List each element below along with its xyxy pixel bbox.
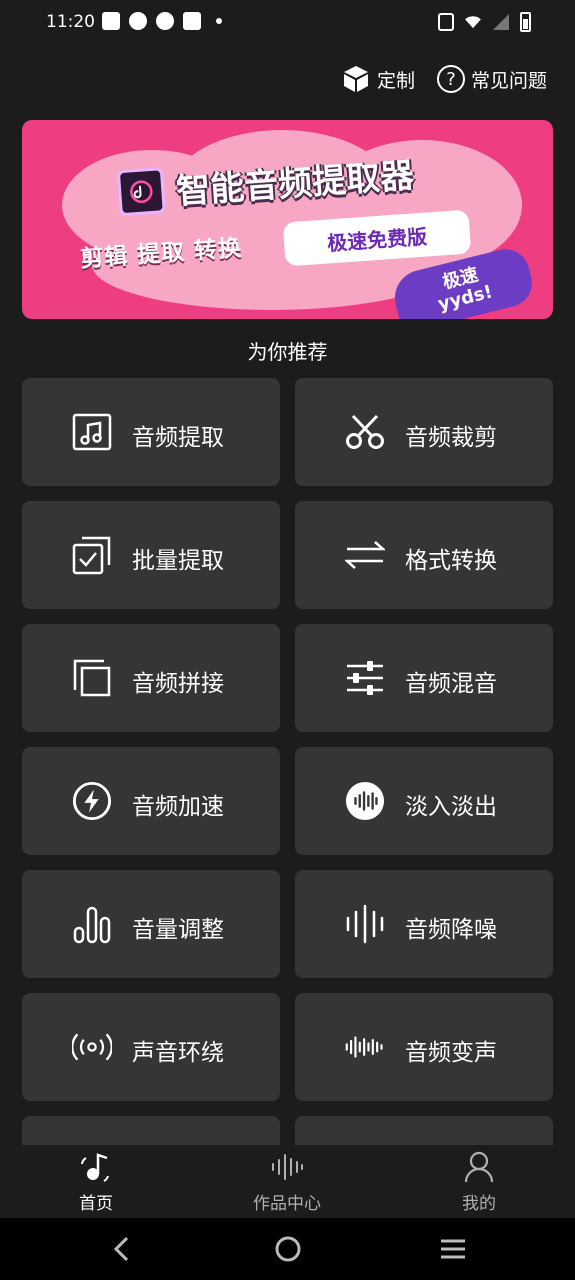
feature-label: 音频混音 [405,671,497,697]
question-icon: ? [436,65,465,93]
nav-label: 首页 [79,1194,113,1214]
status-right-icons [438,12,531,32]
nav-label: 我的 [462,1194,496,1214]
person-icon [463,1151,495,1183]
menu-icon[interactable] [438,1234,468,1264]
battery-icon [520,12,531,32]
feature-label: 格式转换 [405,548,497,574]
batch-check-icon [72,535,112,575]
feature-card-partial[interactable] [295,1116,553,1146]
feature-label: 批量提取 [132,548,224,574]
cube-icon [343,66,368,92]
system-nav [0,1218,575,1280]
feature-card-audio-trim[interactable]: 音频裁剪 [295,378,553,486]
signal-icon [493,14,509,30]
feature-card-voice-change[interactable]: 音频变声 [295,993,553,1101]
voice-wave-icon [345,1027,385,1067]
feature-card-audio-speed[interactable]: 音频加速 [22,747,280,855]
home-music-icon [80,1151,112,1183]
status-bar: 11:20 [0,0,575,48]
feature-label: 声音环绕 [132,1040,224,1066]
waveform-circle-icon [345,781,385,821]
feature-card-surround[interactable]: 声音环绕 [22,993,280,1101]
feature-card-partial[interactable] [22,1116,280,1146]
top-actions: 定制 ? 常见问题 [341,64,547,94]
feature-card-batch-extract[interactable]: 批量提取 [22,501,280,609]
feature-label: 音量调整 [132,917,224,943]
noise-lines-icon [345,904,385,944]
swap-arrows-icon [345,535,385,575]
stack-squares-icon [72,658,112,698]
feature-card-format-convert[interactable]: 格式转换 [295,501,553,609]
feature-label: 音频变声 [405,1040,497,1066]
gauge-icon [129,12,147,30]
dot-icon [216,18,222,24]
feature-label: 音频提取 [132,425,224,451]
waveform-icon [271,1151,303,1183]
lightning-icon [72,781,112,821]
feature-card-audio-concat[interactable]: 音频拼接 [22,624,280,732]
shopping-bag-icon [183,12,201,30]
faq-button[interactable]: ? 常见问题 [436,65,547,93]
feature-label: 音频降噪 [405,917,497,943]
feature-card-denoise[interactable]: 音频降噪 [295,870,553,978]
mail-icon [102,12,120,30]
nav-home[interactable]: 首页 [36,1151,156,1215]
back-icon[interactable] [106,1234,136,1264]
status-left-icons [102,12,222,30]
scissors-icon [345,412,385,452]
feature-card-volume[interactable]: 音量调整 [22,870,280,978]
feature-card-audio-mix[interactable]: 音频混音 [295,624,553,732]
custom-button[interactable]: 定制 [341,64,415,94]
volume-bars-icon [72,904,112,944]
feature-label: 淡入淡出 [405,794,497,820]
promo-banner[interactable]: 智能音频提取器 剪辑 提取 转换 极速免费版 极速 yyds! [22,120,553,319]
feature-label: 音频加速 [132,794,224,820]
feature-card-audio-extract[interactable]: 音频提取 [22,378,280,486]
sliders-icon [345,658,385,698]
vibrate-icon [438,13,454,31]
gauge-icon [156,12,174,30]
section-title: 为你推荐 [247,340,328,364]
nav-mine[interactable]: 我的 [419,1151,539,1215]
feature-label: 音频拼接 [132,671,224,697]
home-circle-icon[interactable] [273,1234,303,1264]
feature-card-fade[interactable]: 淡入淡出 [295,747,553,855]
faq-label: 常见问题 [470,69,547,92]
nav-works[interactable]: 作品中心 [227,1151,347,1215]
status-time: 11:20 [46,12,95,32]
app-logo-icon [116,166,166,216]
feature-label: 音频裁剪 [405,425,497,451]
music-note-icon [72,412,112,452]
nav-label: 作品中心 [253,1194,321,1214]
bottom-nav: 首页 作品中心 我的 [0,1145,575,1218]
custom-label: 定制 [376,69,415,92]
surround-icon [72,1027,112,1067]
wifi-icon [465,16,481,29]
